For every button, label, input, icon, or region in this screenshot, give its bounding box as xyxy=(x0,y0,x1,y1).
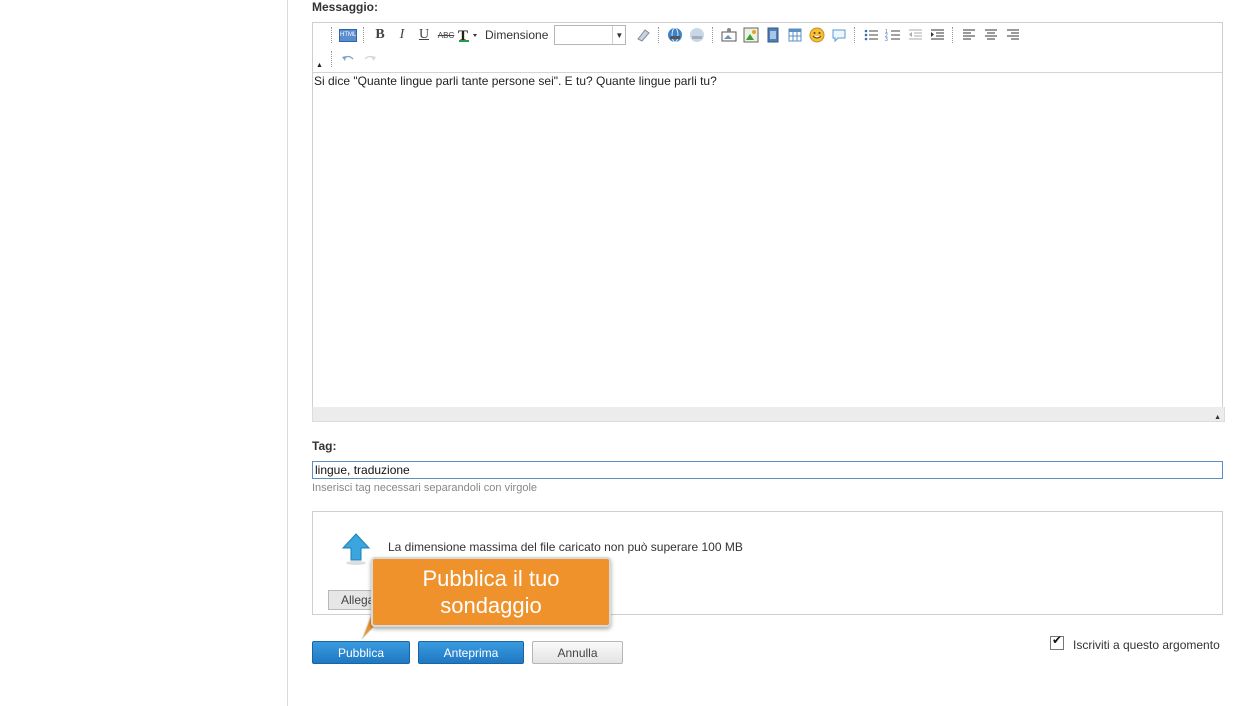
publish-button[interactable]: Pubblica xyxy=(312,641,410,664)
toolbar-separator xyxy=(658,27,660,43)
editor-resize-bar[interactable]: ▲ xyxy=(312,407,1225,422)
toolbar-row-1: HTML B I U ABC T Dimensione ▼ 1 2 3 xyxy=(327,24,1024,46)
subscribe-option: ✔ Iscriviti a questo argomento xyxy=(1050,633,1220,652)
italic-icon[interactable]: I xyxy=(391,25,413,45)
strikethrough-icon[interactable]: ABC xyxy=(435,25,457,45)
unlink-icon[interactable] xyxy=(686,25,708,45)
underline-icon[interactable]: U xyxy=(413,25,435,45)
toolbar-separator xyxy=(854,27,856,43)
subscribe-checkbox[interactable]: ✔ xyxy=(1050,633,1064,650)
rich-text-editor: HTML B I U ABC T Dimensione ▼ 1 2 3 ▲ Si… xyxy=(312,22,1223,409)
toolbar-row-2 xyxy=(327,48,381,70)
svg-text:3: 3 xyxy=(885,37,888,43)
bullet-list-icon[interactable] xyxy=(860,25,882,45)
checkmark-icon: ✔ xyxy=(1052,633,1063,647)
toolbar-separator xyxy=(331,51,333,67)
text-color-icon[interactable]: T xyxy=(457,25,479,45)
outdent-icon[interactable] xyxy=(904,25,926,45)
editor-content-text: Si dice "Quante lingue parli tante perso… xyxy=(314,74,717,88)
size-select[interactable]: ▼ xyxy=(554,25,627,45)
callout-line-2: sondaggio xyxy=(440,593,542,618)
eraser-icon[interactable] xyxy=(632,25,654,45)
resize-grip-icon[interactable]: ▲ xyxy=(1214,414,1221,421)
align-left-icon[interactable] xyxy=(958,25,980,45)
cancel-button[interactable]: Annulla xyxy=(532,641,623,664)
indent-icon[interactable] xyxy=(926,25,948,45)
editor-content-area[interactable]: Si dice "Quante lingue parli tante perso… xyxy=(313,73,1222,408)
table-icon[interactable] xyxy=(784,25,806,45)
link-icon[interactable] xyxy=(664,25,686,45)
sidebar-divider xyxy=(287,0,288,706)
tooltip-callout: Pubblica il tuo sondaggio xyxy=(371,557,611,627)
align-center-icon[interactable] xyxy=(980,25,1002,45)
html-glyph: HTML xyxy=(339,28,357,42)
image-icon[interactable] xyxy=(718,25,740,45)
toolbar-collapse-icon[interactable]: ▲ xyxy=(316,62,323,69)
upload-arrow-icon xyxy=(341,532,371,566)
picture-icon[interactable] xyxy=(740,25,762,45)
subscribe-label: Iscriviti a questo argomento xyxy=(1073,638,1220,652)
video-icon[interactable] xyxy=(762,25,784,45)
message-label: Messaggio: xyxy=(312,0,379,14)
undo-icon[interactable] xyxy=(337,49,359,69)
toolbar-separator xyxy=(363,27,365,43)
quote-icon[interactable] xyxy=(828,25,850,45)
size-label: Dimensione xyxy=(485,28,549,42)
toolbar-separator xyxy=(712,27,714,43)
editor-toolbar: HTML B I U ABC T Dimensione ▼ 1 2 3 ▲ xyxy=(313,23,1222,73)
smiley-icon[interactable] xyxy=(806,25,828,45)
tag-input[interactable] xyxy=(312,461,1223,479)
preview-button[interactable]: Anteprima xyxy=(418,641,524,664)
toolbar-separator xyxy=(331,27,333,43)
upload-max-size-text: La dimensione massima del file caricato … xyxy=(388,540,743,554)
chevron-down-icon: ▼ xyxy=(612,26,625,44)
align-right-icon[interactable] xyxy=(1002,25,1024,45)
tag-hint: Inserisci tag necessari separandoli con … xyxy=(312,482,538,494)
redo-icon[interactable] xyxy=(359,49,381,69)
bold-icon[interactable]: B xyxy=(369,25,391,45)
toolbar-separator xyxy=(952,27,954,43)
numbered-list-icon[interactable]: 123 xyxy=(882,25,904,45)
html-icon[interactable]: HTML xyxy=(337,25,359,45)
callout-line-1: Pubblica il tuo xyxy=(422,566,560,591)
tag-label: Tag: xyxy=(312,439,337,453)
